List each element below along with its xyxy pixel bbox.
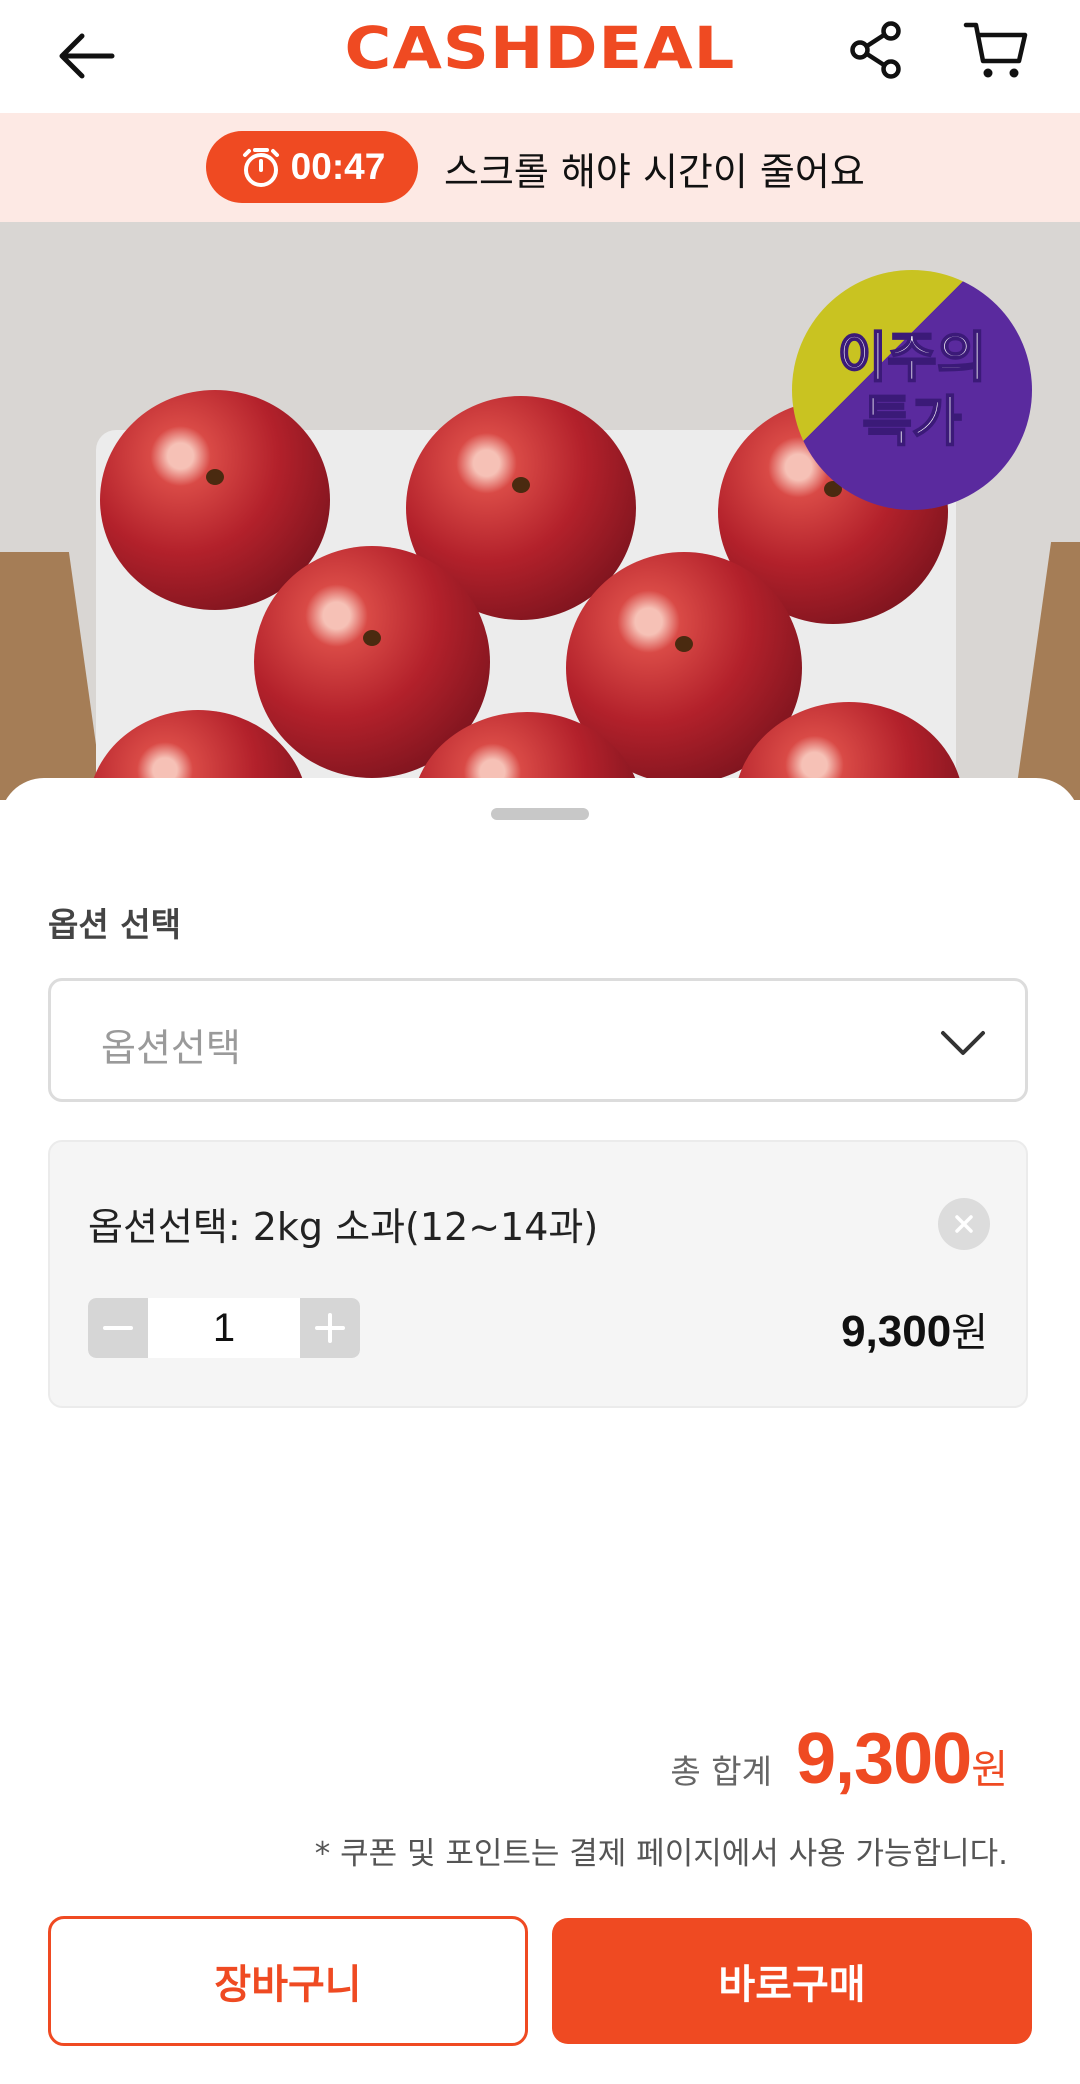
weekly-deal-badge: 이주의 특가	[792, 270, 1032, 510]
option-price-unit: 원	[951, 1310, 988, 1356]
timer-value: 00:47	[290, 146, 386, 187]
brand-logo[interactable]: CASHDEAL	[0, 14, 1080, 82]
coupon-notice: * 쿠폰 및 포인트는 결제 페이지에서 사용 가능합니다.	[314, 1836, 1008, 1872]
add-to-cart-button[interactable]: 장바구니	[48, 1916, 528, 2046]
selected-option-card: 옵션선택: 2kg 소과(12~14과) 1 9,300원	[48, 1140, 1028, 1408]
timer-message: 스크롤 해야 시간이 줄어요	[444, 150, 865, 194]
badge-text-line2: 특가	[861, 389, 962, 454]
box-edge-right	[1008, 542, 1080, 800]
increase-quantity-button[interactable]	[300, 1298, 360, 1358]
total-label: 총 합계	[670, 1752, 772, 1791]
quantity-stepper: 1	[88, 1298, 360, 1358]
quantity-value[interactable]: 1	[148, 1298, 300, 1358]
option-section-label: 옵션 선택	[48, 905, 181, 944]
minus-icon	[103, 1326, 133, 1330]
remove-option-button[interactable]	[938, 1198, 990, 1250]
total-price: 9,300원	[796, 1718, 1008, 1800]
chevron-down-icon	[941, 1031, 985, 1055]
timer-pill: 00:47	[206, 131, 418, 203]
stopwatch-icon	[242, 148, 279, 187]
cart-button[interactable]	[958, 12, 1034, 88]
box-edge-left	[0, 552, 112, 800]
total-row: 총 합계 9,300원	[670, 1718, 1008, 1800]
option-select-dropdown[interactable]: 옵션선택	[48, 978, 1028, 1102]
option-price: 9,300원	[841, 1300, 988, 1358]
scroll-timer-banner: 00:47 스크롤 해야 시간이 줄어요	[0, 113, 1080, 222]
total-unit: 원	[971, 1747, 1008, 1793]
product-image: 이주의 특가	[0, 222, 1080, 800]
option-select-placeholder: 옵션선택	[101, 1026, 241, 1070]
selected-option-name: 옵션선택: 2kg 소과(12~14과)	[88, 1205, 599, 1249]
close-icon	[955, 1215, 973, 1233]
option-bottom-sheet: 옵션 선택 옵션선택 옵션선택: 2kg 소과(12~14과) 1 9,300원…	[0, 778, 1080, 2084]
top-app-bar: CASHDEAL	[0, 0, 1080, 113]
share-button[interactable]	[840, 14, 912, 86]
sheet-drag-handle[interactable]	[491, 808, 589, 820]
total-amount: 9,300	[796, 1719, 972, 1799]
share-icon	[850, 21, 901, 79]
cart-icon	[963, 22, 1028, 78]
plus-icon	[315, 1313, 345, 1343]
decrease-quantity-button[interactable]	[88, 1298, 148, 1358]
buy-now-button[interactable]: 바로구매	[552, 1918, 1032, 2044]
option-price-value: 9,300	[841, 1307, 952, 1356]
badge-text-line1: 이주의	[836, 325, 987, 390]
